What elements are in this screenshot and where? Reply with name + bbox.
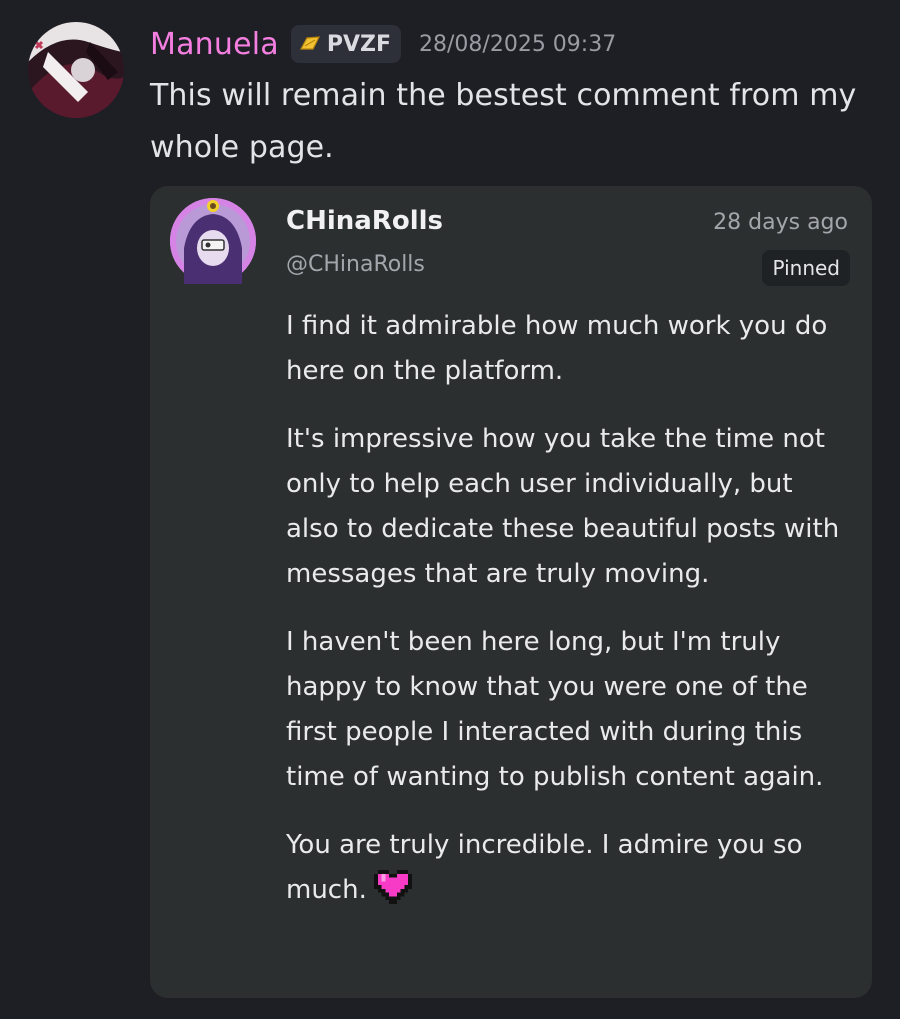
comment-paragraph: I find it admirable how much work you do…: [286, 311, 828, 386]
pinned-badge: Pinned: [762, 250, 850, 286]
message-text: This will remain the bestest comment fro…: [150, 78, 857, 165]
gold-leaf-icon: [299, 35, 321, 53]
embed-timestamp: 28 days ago: [713, 210, 848, 235]
message-header: Manuela PVZF 28/08/2025 09:37: [150, 22, 616, 66]
embed-author-name[interactable]: CHinaRolls: [286, 206, 443, 236]
comment-paragraph: It's impressive how you take the time no…: [286, 424, 840, 589]
embed-author-handle[interactable]: @CHinaRolls: [286, 252, 425, 277]
avatar[interactable]: [28, 22, 124, 118]
pink-pixel-heart-icon: [373, 870, 413, 919]
embedded-comment[interactable]: CHinaRolls @CHinaRolls 28 days ago Pinne…: [150, 186, 872, 998]
message-timestamp: 28/08/2025 09:37: [419, 31, 617, 57]
tag-label: PVZF: [326, 31, 392, 57]
comment-paragraph-last: You are truly incredible. I admire you s…: [286, 823, 852, 919]
embed-avatar[interactable]: [170, 198, 256, 284]
server-tag[interactable]: PVZF: [290, 25, 402, 63]
embed-body: I find it admirable how much work you do…: [286, 304, 852, 942]
author-name[interactable]: Manuela: [150, 27, 279, 62]
comment-paragraph-text: You are truly incredible. I admire you s…: [286, 830, 803, 905]
comment-paragraph: I haven't been here long, but I'm truly …: [286, 627, 824, 792]
